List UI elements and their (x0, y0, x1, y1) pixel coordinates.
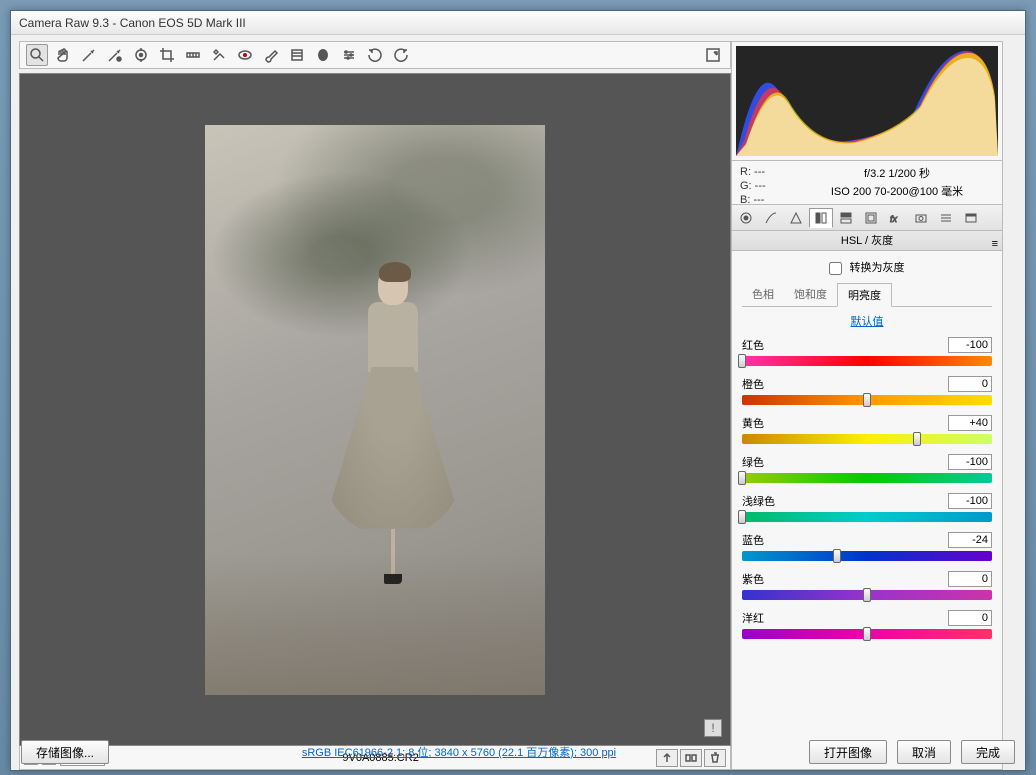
slider-value-input[interactable] (948, 454, 992, 470)
slider-value-input[interactable] (948, 415, 992, 431)
targeted-adjust-tool[interactable] (130, 44, 152, 66)
warning-icon[interactable]: ! (704, 719, 722, 737)
tab-fx[interactable]: fx (884, 208, 908, 228)
slider-row-1: 橙色 (742, 376, 992, 405)
rotate-cw-tool[interactable] (390, 44, 412, 66)
slider-thumb[interactable] (863, 627, 871, 641)
meta-exposure: f/3.2 1/200 秒 (800, 165, 994, 183)
workflow-link[interactable]: sRGB IEC61966-2.1; 8 位; 3840 x 5760 (22.… (302, 744, 616, 760)
meta-r: R: --- (740, 165, 800, 179)
adjustment-brush-tool[interactable] (260, 44, 282, 66)
fullscreen-toggle[interactable] (702, 44, 724, 66)
rotate-ccw-tool[interactable] (364, 44, 386, 66)
panel-tabs: fx (731, 205, 1003, 231)
meta-iso: ISO 200 70-200@100 毫米 (800, 183, 994, 201)
preferences-tool[interactable] (338, 44, 360, 66)
tab-curve[interactable] (759, 208, 783, 228)
meta-g: G: --- (740, 179, 800, 193)
cancel-button[interactable]: 取消 (897, 740, 951, 764)
tab-camera[interactable] (909, 208, 933, 228)
slider-thumb[interactable] (738, 510, 746, 524)
tab-presets[interactable] (934, 208, 958, 228)
panel-title: HSL / 灰度 ≡ (731, 231, 1003, 251)
slider-track[interactable] (742, 395, 992, 405)
tab-lens[interactable] (859, 208, 883, 228)
hsl-panel: 转换为灰度 色相 饱和度 明亮度 默认值 红色橙色黄色绿色浅绿色蓝色紫色洋红 (731, 251, 1003, 770)
grayscale-checkbox-label[interactable]: 转换为灰度 (829, 262, 904, 274)
slider-track[interactable] (742, 356, 992, 366)
slider-value-input[interactable] (948, 610, 992, 626)
slider-label: 橙色 (742, 376, 764, 392)
slider-thumb[interactable] (863, 588, 871, 602)
slider-value-input[interactable] (948, 376, 992, 392)
slider-value-input[interactable] (948, 337, 992, 353)
spot-removal-tool[interactable] (208, 44, 230, 66)
slider-thumb[interactable] (738, 471, 746, 485)
default-link[interactable]: 默认值 (742, 313, 992, 329)
slider-thumb[interactable] (833, 549, 841, 563)
crop-tool[interactable] (156, 44, 178, 66)
tab-split[interactable] (834, 208, 858, 228)
slider-label: 黄色 (742, 415, 764, 431)
slider-row-5: 蓝色 (742, 532, 992, 561)
footer: 存储图像... sRGB IEC61966-2.1; 8 位; 3840 x 5… (21, 740, 1015, 764)
slider-thumb[interactable] (863, 393, 871, 407)
panel-menu-icon[interactable]: ≡ (992, 234, 998, 254)
image-preview[interactable]: ! (19, 73, 731, 746)
slider-label: 浅绿色 (742, 493, 775, 509)
tab-snapshots[interactable] (959, 208, 983, 228)
hand-tool[interactable] (52, 44, 74, 66)
slider-track[interactable] (742, 434, 992, 444)
slider-value-input[interactable] (948, 493, 992, 509)
color-sampler-tool[interactable] (104, 44, 126, 66)
photo-content (205, 125, 545, 695)
slider-label: 紫色 (742, 571, 764, 587)
slider-thumb[interactable] (913, 432, 921, 446)
white-balance-tool[interactable] (78, 44, 100, 66)
slider-row-3: 绿色 (742, 454, 992, 483)
slider-track[interactable] (742, 512, 992, 522)
tab-detail[interactable] (784, 208, 808, 228)
slider-track[interactable] (742, 629, 992, 639)
slider-row-4: 浅绿色 (742, 493, 992, 522)
histogram (731, 41, 1003, 161)
slider-row-6: 紫色 (742, 571, 992, 600)
subtab-luminance[interactable]: 明亮度 (837, 283, 892, 307)
camera-raw-window: Camera Raw 9.3 - Canon EOS 5D Mark III (10, 10, 1026, 771)
done-button[interactable]: 完成 (961, 740, 1015, 764)
graduated-filter-tool[interactable] (286, 44, 308, 66)
slider-row-2: 黄色 (742, 415, 992, 444)
slider-row-7: 洋红 (742, 610, 992, 639)
tab-hsl[interactable] (809, 208, 833, 228)
top-toolbar (19, 41, 731, 69)
slider-track[interactable] (742, 590, 992, 600)
zoom-tool[interactable] (26, 44, 48, 66)
slider-value-input[interactable] (948, 571, 992, 587)
open-image-button[interactable]: 打开图像 (809, 740, 887, 764)
radial-filter-tool[interactable] (312, 44, 334, 66)
slider-label: 红色 (742, 337, 764, 353)
svg-text:fx: fx (890, 214, 898, 224)
titlebar: Camera Raw 9.3 - Canon EOS 5D Mark III (11, 11, 1025, 35)
tab-basic[interactable] (734, 208, 758, 228)
subtab-saturation[interactable]: 饱和度 (784, 283, 837, 306)
subtab-hue[interactable]: 色相 (742, 283, 784, 306)
slider-thumb[interactable] (738, 354, 746, 368)
slider-track[interactable] (742, 473, 992, 483)
metadata-panel: R: --- G: --- B: --- f/3.2 1/200 秒 ISO 2… (731, 161, 1003, 205)
save-image-button[interactable]: 存储图像... (21, 740, 109, 764)
slider-row-0: 红色 (742, 337, 992, 366)
slider-label: 蓝色 (742, 532, 764, 548)
slider-label: 绿色 (742, 454, 764, 470)
redeye-tool[interactable] (234, 44, 256, 66)
slider-label: 洋红 (742, 610, 764, 626)
straighten-tool[interactable] (182, 44, 204, 66)
slider-track[interactable] (742, 551, 992, 561)
grayscale-checkbox[interactable] (829, 262, 842, 275)
slider-value-input[interactable] (948, 532, 992, 548)
hsl-subtabs: 色相 饱和度 明亮度 (742, 283, 992, 307)
